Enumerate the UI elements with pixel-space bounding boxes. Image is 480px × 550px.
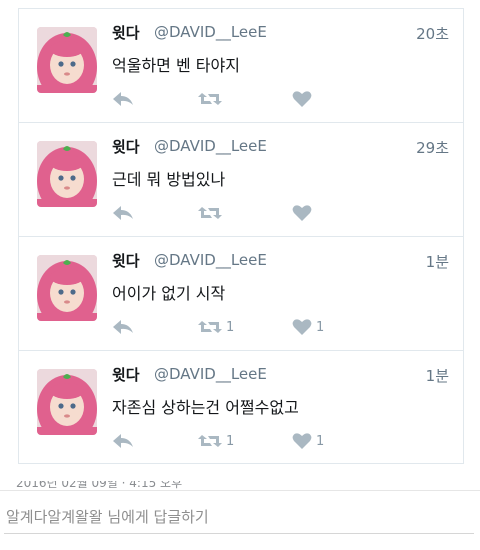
retweet-button[interactable]: 1 — [198, 317, 234, 337]
heart-icon — [292, 433, 312, 449]
tweet-actions: 1 1 — [112, 317, 432, 337]
tweet-text: 자존심 상하는건 어쩔수없고 — [112, 398, 299, 417]
retweet-count: 1 — [226, 433, 235, 449]
reply-arrow-icon — [113, 320, 133, 334]
retweet-count: 1 — [226, 319, 235, 335]
display-name[interactable]: 윗다 — [112, 364, 140, 385]
timestamp[interactable]: 20초 — [416, 23, 449, 44]
timestamp[interactable]: 1분 — [426, 251, 449, 272]
tweet-actions: 1 1 — [112, 431, 432, 451]
tweet-text: 어이가 없기 시작 — [112, 284, 226, 303]
reply-bar — [0, 490, 480, 550]
avatar-image — [37, 27, 97, 93]
timestamp[interactable]: 29초 — [416, 137, 449, 158]
username[interactable]: @DAVID__LeeE — [154, 23, 267, 41]
avatar[interactable] — [37, 141, 97, 207]
heart-icon — [292, 319, 312, 335]
retweet-icon — [198, 207, 222, 219]
retweet-icon — [198, 321, 222, 333]
retweet-button[interactable] — [198, 89, 226, 109]
display-name[interactable]: 윗다 — [112, 22, 140, 43]
reply-arrow-icon — [113, 92, 133, 106]
retweet-button[interactable] — [198, 203, 226, 223]
username[interactable]: @DAVID__LeeE — [154, 137, 267, 155]
avatar[interactable] — [37, 255, 97, 321]
reply-button[interactable] — [112, 89, 134, 109]
like-button[interactable]: 1 — [292, 431, 324, 451]
timestamp[interactable]: 1분 — [426, 365, 449, 386]
display-name[interactable]: 윗다 — [112, 136, 140, 157]
tweet[interactable]: 윗다 @DAVID__LeeE 1분 자존심 상하는건 어쩔수없고 1 1 — [19, 351, 463, 465]
heart-icon — [292, 91, 312, 107]
like-count: 1 — [316, 433, 325, 449]
avatar[interactable] — [37, 27, 97, 93]
retweet-icon — [198, 435, 222, 447]
tweet[interactable]: 윗다 @DAVID__LeeE 20초 억울하면 벤 타야지 — [19, 9, 463, 123]
reply-button[interactable] — [112, 431, 134, 451]
avatar-image — [37, 255, 97, 321]
reply-arrow-icon — [113, 434, 133, 448]
username[interactable]: @DAVID__LeeE — [154, 251, 267, 269]
display-name[interactable]: 윗다 — [112, 250, 140, 271]
reply-button[interactable] — [112, 317, 134, 337]
tweet-text: 억울하면 벤 타야지 — [112, 56, 240, 75]
retweet-button[interactable]: 1 — [198, 431, 234, 451]
post-date: 2016년 02월 09일 · 4:15 오후 — [16, 481, 182, 490]
tweet-actions — [112, 203, 432, 223]
post-date-text: 2016년 02월 09일 · 4:15 오후 — [16, 481, 183, 490]
tweet-actions — [112, 89, 432, 109]
like-button[interactable] — [292, 203, 316, 223]
avatar[interactable] — [37, 369, 97, 435]
tweet[interactable]: 윗다 @DAVID__LeeE 1분 어이가 없기 시작 1 1 — [19, 237, 463, 351]
tweet-feed: 윗다 @DAVID__LeeE 20초 억울하면 벤 타야지 윗다 @DAVID… — [18, 8, 464, 464]
username[interactable]: @DAVID__LeeE — [154, 365, 267, 383]
retweet-icon — [198, 93, 222, 105]
avatar-image — [37, 369, 97, 435]
tweet[interactable]: 윗다 @DAVID__LeeE 29초 근데 뭐 방법있나 — [19, 123, 463, 237]
like-count: 1 — [316, 319, 325, 335]
tweet-text: 근데 뭐 방법있나 — [112, 170, 226, 189]
like-button[interactable] — [292, 89, 316, 109]
reply-arrow-icon — [113, 206, 133, 220]
reply-input[interactable] — [4, 501, 474, 534]
heart-icon — [292, 205, 312, 221]
like-button[interactable]: 1 — [292, 317, 324, 337]
reply-button[interactable] — [112, 203, 134, 223]
avatar-image — [37, 141, 97, 207]
